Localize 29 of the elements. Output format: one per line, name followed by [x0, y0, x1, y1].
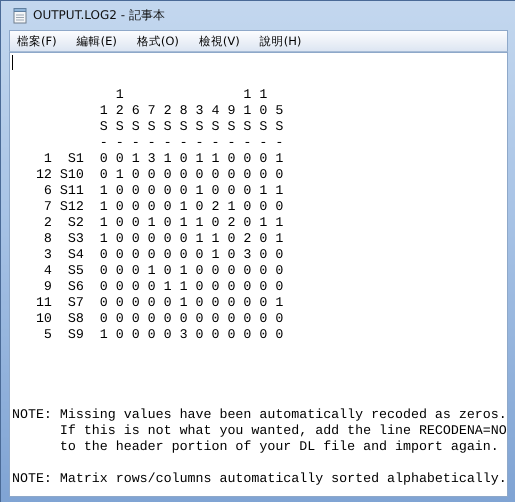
text-line: If this is not what you wanted, add the line RECODENA=NO: [58, 423, 507, 439]
text-line: 9 S6 0 0 0 0 1 1 0 0 0 0 0 0: [42, 279, 284, 295]
notepad-icon: [13, 8, 27, 24]
text-editor[interactable]: [9, 52, 508, 497]
text-line: NOTE: Missing values have been automatically recoded as zeros.: [12, 407, 507, 423]
text-line: - - - - - - - - - - - -: [98, 135, 284, 151]
text-line: 1 1 1: [114, 87, 268, 103]
text-line: 11 S7 0 0 0 0 0 1 0 0 0 0 0 1: [34, 295, 284, 311]
text-line: 1 S1 0 0 1 3 1 0 1 1 0 0 0 1: [42, 151, 284, 167]
menu-item[interactable]: 編輯(E): [70, 34, 124, 48]
text-line: 12 S10 0 1 0 0 0 0 0 0 0 0 0 0: [34, 167, 284, 183]
text-line: 8 S3 1 0 0 0 0 0 1 1 0 2 0 1: [42, 231, 284, 247]
menu-item[interactable]: 格式(O): [130, 34, 186, 48]
text-line: 6 S11 1 0 0 0 0 0 1 0 0 0 1 1: [42, 183, 284, 199]
menu-item[interactable]: 檔案(F): [10, 34, 64, 48]
menu-item[interactable]: 說明(H): [252, 34, 308, 48]
text-cursor: [12, 55, 13, 70]
text-line: 1 2 6 7 2 8 3 4 9 1 0 5: [98, 103, 284, 119]
text-line: 5 S9 1 0 0 0 0 3 0 0 0 0 0 0: [42, 327, 284, 343]
text-line: 10 S8 0 0 0 0 0 0 0 0 0 0 0 0: [34, 311, 284, 327]
window-title: OUTPUT.LOG2 - 記事本: [33, 7, 165, 24]
text-line: 4 S5 0 0 0 1 0 1 0 0 0 0 0 0: [42, 263, 284, 279]
menu-item[interactable]: 檢視(V): [192, 34, 247, 48]
text-line: S S S S S S S S S S S S: [98, 119, 284, 135]
text-line: to the header portion of your DL file and import again.: [58, 439, 500, 455]
text-line: NOTE: Matrix rows/columns automatically sorted alphabetically.: [12, 471, 507, 487]
text-line: 2 S2 1 0 0 1 0 1 1 0 2 0 1 1: [42, 215, 284, 231]
text-line: 3 S4 0 0 0 0 0 0 0 1 0 3 0 0: [42, 247, 284, 263]
text-line: 7 S12 1 0 0 0 0 1 0 2 1 0 0 0: [42, 199, 284, 215]
